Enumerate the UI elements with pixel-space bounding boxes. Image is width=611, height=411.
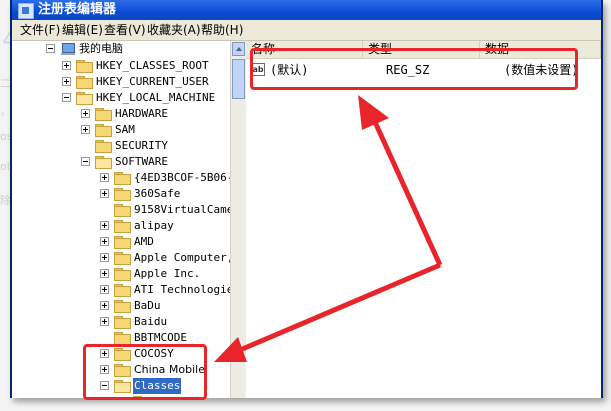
arrow-pointing-down-to-classes <box>214 262 441 362</box>
annotation-arrows <box>214 95 443 362</box>
arrow-pointing-up-to-values <box>358 95 443 267</box>
screenshot-frame: 4/ 二、请 ，打开 osoft oller" 除。 注册表编辑器 文件(F) … <box>0 0 611 411</box>
